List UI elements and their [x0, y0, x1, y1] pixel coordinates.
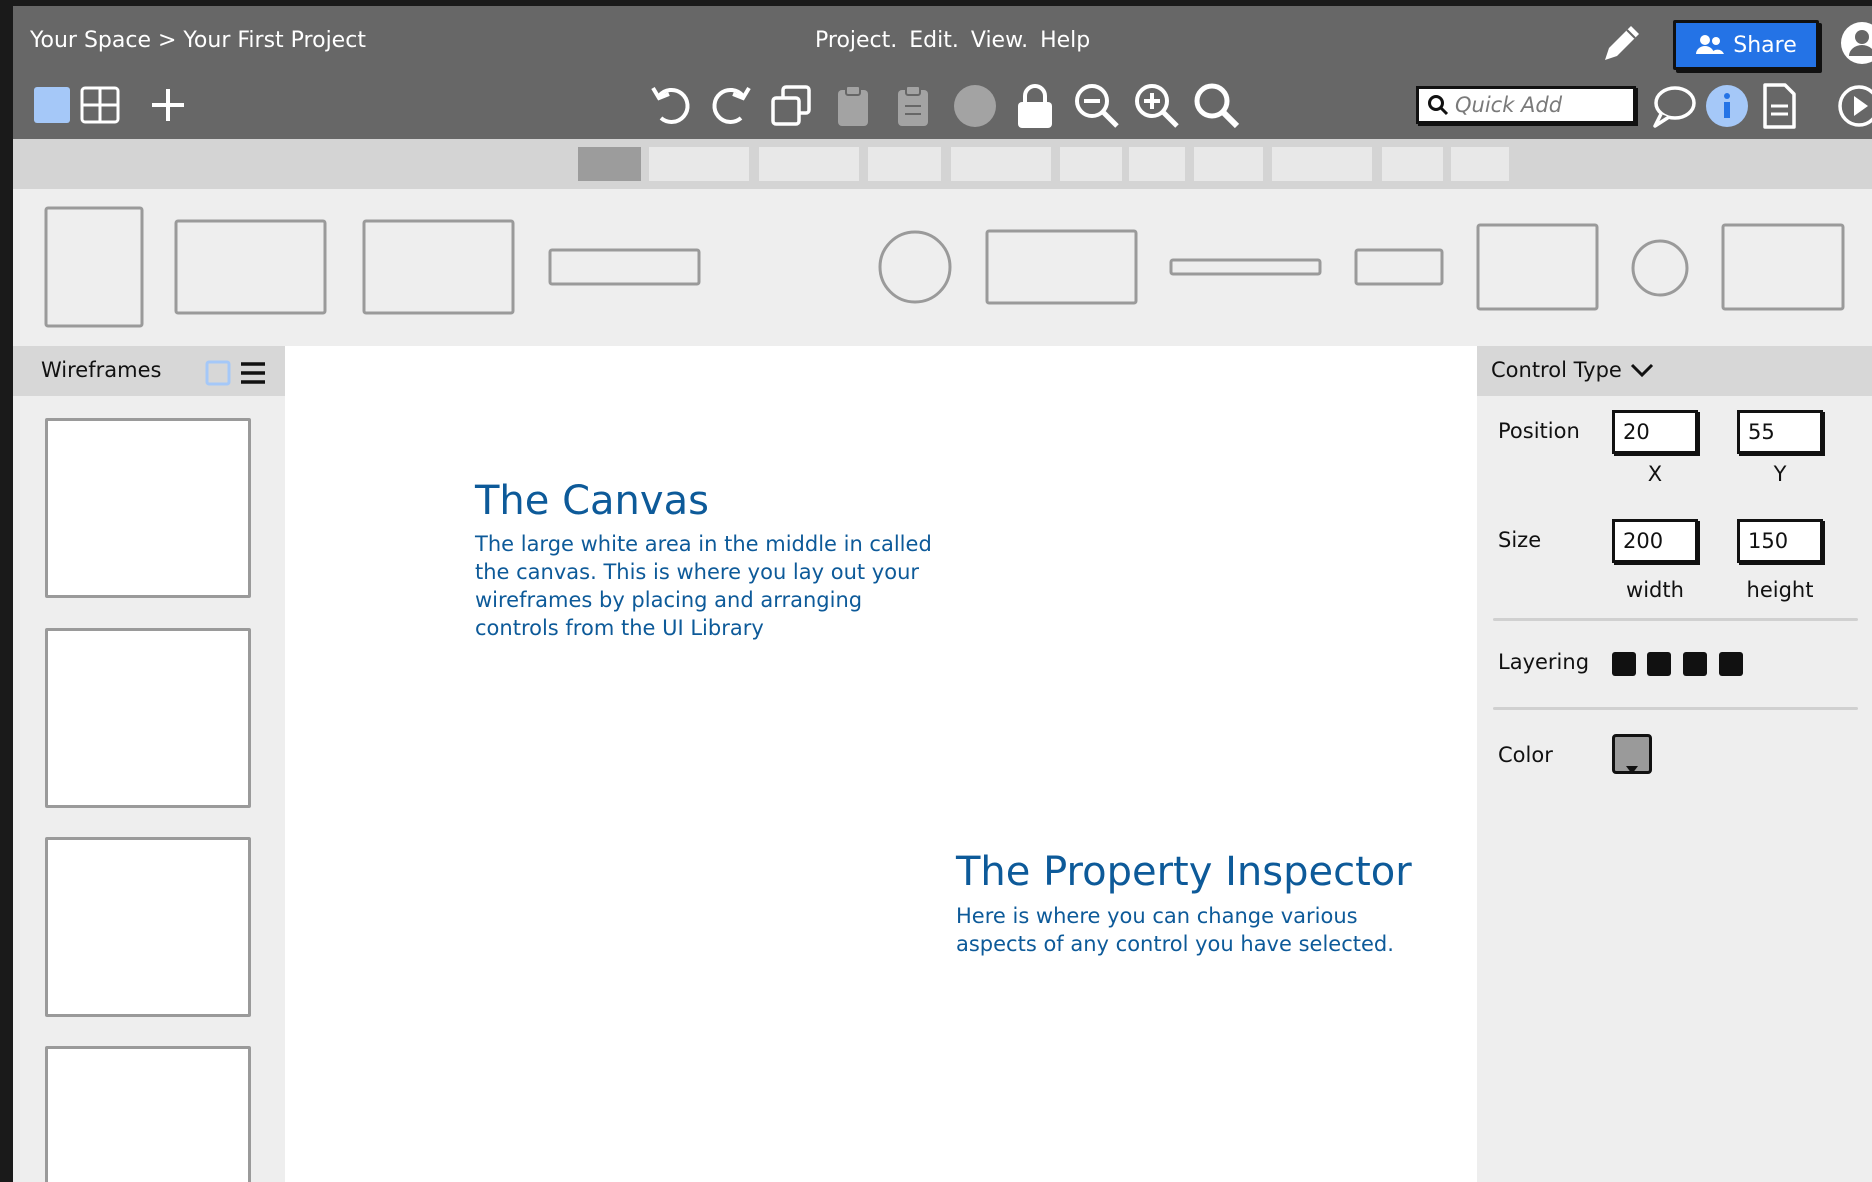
library-category-tabs	[13, 139, 1872, 189]
library-tab[interactable]	[1060, 147, 1122, 181]
thumbnail-view-icon[interactable]	[205, 360, 231, 386]
library-control	[174, 219, 327, 315]
main-menu: Project. Edit. View. Help	[815, 28, 1090, 53]
wireframe-thumbnail[interactable]	[45, 418, 251, 598]
size-width-label: width	[1626, 578, 1684, 602]
library-control	[1631, 239, 1689, 297]
library-tab[interactable]	[1272, 147, 1372, 181]
users-icon	[1696, 35, 1725, 54]
layering-label: Layering	[1498, 650, 1590, 674]
property-inspector: Control Type Position X Y Size width hei…	[1477, 346, 1872, 1182]
library-control	[548, 248, 701, 286]
single-view-icon[interactable]	[33, 86, 71, 124]
library-tab[interactable]	[1129, 147, 1185, 181]
wireframes-panel-header: Wireframes	[13, 346, 285, 396]
control-type-selector[interactable]: Control Type	[1491, 358, 1654, 382]
account-icon[interactable]	[1839, 20, 1872, 66]
library-tab[interactable]	[1451, 147, 1509, 181]
canvas[interactable]: The Canvas The large white area in the m…	[285, 346, 1477, 1182]
play-icon[interactable]	[1837, 84, 1872, 128]
bring-forward-button[interactable]	[1647, 652, 1671, 676]
size-width-input[interactable]	[1612, 519, 1698, 563]
library-tab[interactable]	[868, 147, 941, 181]
add-icon[interactable]	[149, 86, 187, 124]
share-label: Share	[1733, 32, 1797, 58]
divider	[1493, 618, 1858, 621]
chevron-down-icon	[1630, 363, 1653, 378]
grid-view-icon[interactable]	[80, 86, 120, 124]
wireframe-thumbnail[interactable]	[45, 837, 251, 1017]
share-button[interactable]: Share	[1673, 20, 1819, 70]
canvas-note-body: The large white area in the middle in ca…	[475, 532, 932, 640]
library-control	[1169, 258, 1322, 276]
inspector-header[interactable]: Control Type	[1477, 346, 1872, 396]
quick-add-field[interactable]	[1416, 86, 1636, 124]
size-height-input[interactable]	[1737, 519, 1823, 563]
library-control	[44, 206, 144, 328]
control-type-label: Control Type	[1491, 358, 1622, 382]
search-icon	[1428, 95, 1449, 116]
wireframe-thumbnail[interactable]	[45, 1046, 251, 1182]
library-tab[interactable]	[759, 147, 859, 181]
library-control	[1721, 223, 1845, 311]
search-icon[interactable]	[1193, 82, 1241, 130]
wireframes-panel-title: Wireframes	[41, 358, 162, 382]
paste-icon[interactable]	[893, 84, 933, 128]
pencil-icon[interactable]	[1599, 20, 1643, 66]
menu-view[interactable]: View.	[971, 28, 1028, 53]
size-height-label: height	[1746, 578, 1814, 602]
top-bar: Your Space > Your First Project Project.…	[13, 6, 1872, 139]
library-control	[985, 229, 1138, 305]
inspector-note-body: Here is where you can change various asp…	[956, 904, 1394, 956]
document-icon[interactable]	[1761, 82, 1797, 130]
bring-to-front-button[interactable]	[1612, 652, 1636, 676]
zoom-in-icon[interactable]	[1133, 82, 1181, 130]
lock-icon[interactable]	[1013, 82, 1057, 130]
menu-project[interactable]: Project.	[815, 28, 897, 53]
divider	[1493, 707, 1858, 710]
clipboard-icon[interactable]	[833, 84, 873, 128]
list-view-icon[interactable]	[239, 360, 267, 386]
zoom-out-icon[interactable]	[1073, 82, 1121, 130]
app-window: Your Space > Your First Project Project.…	[0, 0, 1872, 1182]
quick-add-input[interactable]	[1455, 93, 1625, 117]
library-tab[interactable]	[578, 147, 641, 181]
circle-icon[interactable]	[953, 84, 997, 128]
comment-icon[interactable]	[1651, 84, 1697, 128]
send-backward-button[interactable]	[1683, 652, 1707, 676]
position-label: Position	[1498, 419, 1580, 443]
wireframes-panel: Wireframes	[13, 346, 285, 1182]
library-control	[1354, 248, 1444, 286]
menu-help[interactable]: Help	[1040, 28, 1090, 53]
info-icon[interactable]	[1705, 84, 1749, 128]
library-control	[878, 230, 952, 304]
caret-down-icon	[1626, 766, 1638, 774]
breadcrumb[interactable]: Your Space > Your First Project	[30, 28, 366, 53]
window-border	[0, 0, 13, 1182]
library-tab[interactable]	[1382, 147, 1443, 181]
position-y-input[interactable]	[1737, 410, 1823, 454]
library-tab[interactable]	[649, 147, 749, 181]
menu-edit[interactable]: Edit.	[909, 28, 959, 53]
inspector-note-title: The Property Inspector	[956, 849, 1412, 895]
redo-icon[interactable]	[709, 84, 753, 128]
send-to-back-button[interactable]	[1719, 652, 1743, 676]
position-y-label: Y	[1773, 462, 1787, 486]
color-label: Color	[1498, 743, 1553, 767]
color-swatch[interactable]	[1612, 734, 1652, 774]
library-controls	[44, 206, 1845, 328]
library-tab[interactable]	[951, 147, 1051, 181]
library-control	[1476, 223, 1599, 311]
library-control	[362, 219, 515, 315]
size-label: Size	[1498, 528, 1542, 552]
position-x-input[interactable]	[1612, 410, 1698, 454]
ui-library	[13, 189, 1872, 346]
undo-icon[interactable]	[649, 84, 693, 128]
position-x-label: X	[1647, 462, 1663, 486]
duplicate-icon[interactable]	[769, 84, 813, 128]
library-tab[interactable]	[1194, 147, 1263, 181]
wireframe-thumbnail[interactable]	[45, 628, 251, 808]
canvas-note-title: The Canvas	[475, 478, 709, 524]
